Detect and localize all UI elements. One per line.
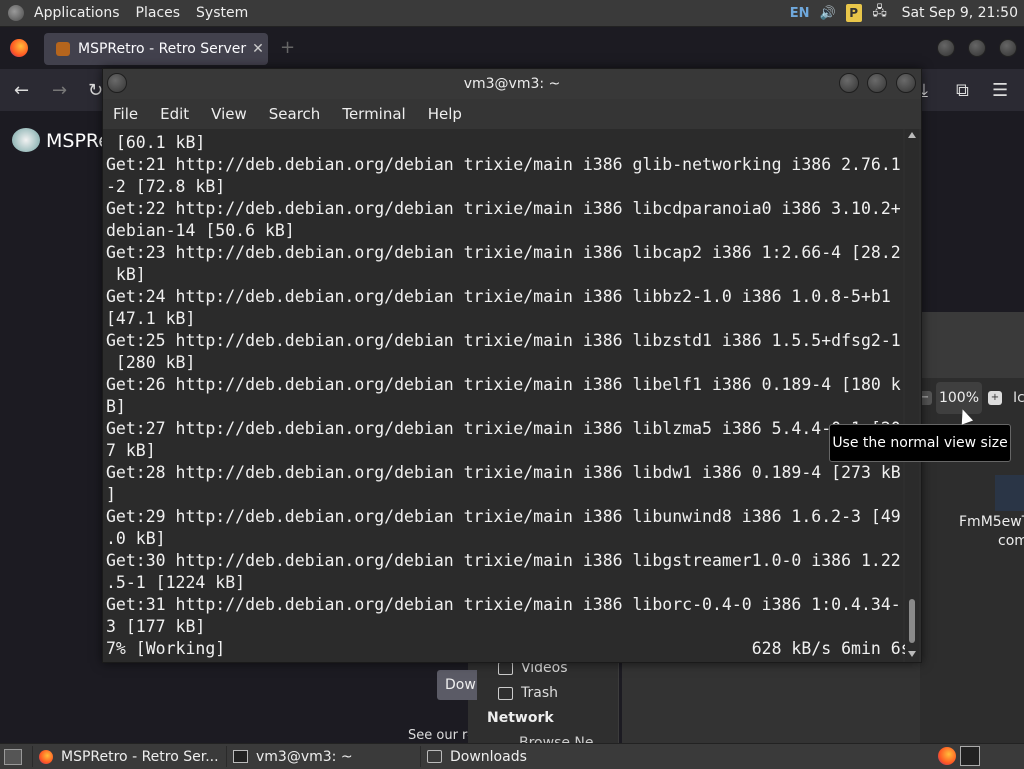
taskbar-item-firefox[interactable]: MSPRetro - Retro Ser... <box>32 746 227 767</box>
places-menu[interactable]: Places <box>128 5 189 21</box>
reload-icon[interactable]: ↻ <box>88 80 103 101</box>
msp-logo-icon <box>12 128 40 152</box>
terminal-scrollbar[interactable] <box>905 129 919 662</box>
menu-file[interactable]: File <box>103 105 149 123</box>
applications-menu[interactable]: Applications <box>26 5 128 21</box>
taskbar: MSPRetro - Retro Ser... vm3@vm3: ~ Downl… <box>0 743 1024 769</box>
terminal-maximize-button[interactable] <box>867 73 887 93</box>
sidebar-item-trash[interactable]: Trash <box>498 685 558 701</box>
download-button[interactable]: Dow <box>437 670 477 700</box>
menu-help[interactable]: Help <box>417 105 473 123</box>
new-tab-button[interactable]: + <box>280 37 295 58</box>
menu-terminal[interactable]: Terminal <box>331 105 416 123</box>
top-panel: Applications Places System EN 🔊 P 🖧 Sat … <box>0 0 1024 27</box>
network-icon[interactable]: 🖧 <box>870 4 890 22</box>
terminal-window[interactable]: vm3@vm3: ~ File Edit View Search Termina… <box>102 68 922 663</box>
taskbar-item-label: Downloads <box>450 748 527 765</box>
system-menu[interactable]: System <box>188 5 256 21</box>
file-thumbnail[interactable] <box>995 475 1024 511</box>
terminal-icon <box>233 750 248 763</box>
tab-title: MSPRetro - Retro Server <box>78 41 247 57</box>
firefox-maximize-button[interactable] <box>968 39 986 57</box>
back-arrow-icon[interactable]: ← <box>14 80 29 101</box>
tooltip: Use the normal view size <box>829 424 1011 462</box>
sidebar-item-browse-network[interactable]: Browse Ne <box>519 735 594 743</box>
clipboard-icon[interactable]: P <box>845 4 862 22</box>
file-manager-toolbar <box>920 312 1024 378</box>
terminal-text: [60.1 kB] Get:21 http://deb.debian.org/d… <box>106 133 911 658</box>
volume-icon[interactable]: 🔊 <box>818 4 838 22</box>
view-mode-label: Ic <box>1013 390 1024 406</box>
firefox-icon <box>39 749 53 764</box>
terminal-minimize-button[interactable] <box>839 73 859 93</box>
firefox-icon[interactable] <box>10 39 28 57</box>
taskbar-item-label: MSPRetro - Retro Ser... <box>61 748 219 765</box>
browser-tab[interactable]: MSPRetro - Retro Server ✕ <box>44 33 268 65</box>
tab-favicon-icon <box>56 42 70 56</box>
firefox-tabbar: MSPRetro - Retro Server ✕ + <box>0 27 1024 69</box>
sidebar-network-header: Network <box>487 710 554 726</box>
keyboard-layout-indicator[interactable]: EN <box>790 4 810 22</box>
folder-icon <box>427 750 442 763</box>
taskbar-item-label: vm3@vm3: ~ <box>256 748 353 765</box>
page-footer-text: See our re <box>408 728 468 743</box>
forward-arrow-icon[interactable]: → <box>52 80 67 101</box>
firefox-close-button[interactable] <box>999 39 1017 57</box>
terminal-title: vm3@vm3: ~ <box>463 76 561 92</box>
workspace-switcher-icon[interactable] <box>960 746 980 766</box>
scroll-up-arrow-icon[interactable] <box>908 132 916 138</box>
menu-view[interactable]: View <box>200 105 258 123</box>
menu-search[interactable]: Search <box>258 105 332 123</box>
distro-logo-icon[interactable] <box>8 5 24 21</box>
menu-edit[interactable]: Edit <box>149 105 200 123</box>
firefox-tray-icon[interactable] <box>938 747 956 765</box>
file-label[interactable]: FmM5ewT <box>959 514 1024 530</box>
window-menu-button[interactable] <box>107 73 127 93</box>
clock[interactable]: Sat Sep 9, 21:50 <box>894 5 1024 21</box>
trash-icon <box>498 686 513 700</box>
folder-videos-icon <box>498 661 513 675</box>
sidebar-item-label: Trash <box>521 685 558 701</box>
terminal-output[interactable]: [60.1 kB] Get:21 http://deb.debian.org/d… <box>103 129 911 662</box>
tab-close-button[interactable]: ✕ <box>248 41 268 57</box>
terminal-menubar: File Edit View Search Terminal Help <box>103 99 921 129</box>
taskbar-item-downloads[interactable]: Downloads <box>420 746 615 767</box>
scrollbar-thumb[interactable] <box>909 599 915 643</box>
taskbar-item-terminal[interactable]: vm3@vm3: ~ <box>226 746 421 767</box>
extensions-icon[interactable]: ⧉ <box>956 80 969 101</box>
file-manager-content <box>622 660 920 743</box>
terminal-titlebar[interactable]: vm3@vm3: ~ <box>103 69 921 99</box>
page-site-title: MSPRe <box>46 130 110 152</box>
zoom-reset-button[interactable]: 100% <box>936 382 982 414</box>
terminal-close-button[interactable] <box>896 73 916 93</box>
firefox-minimize-button[interactable] <box>937 39 955 57</box>
scroll-down-arrow-icon[interactable] <box>908 651 916 657</box>
zoom-in-button[interactable]: + <box>988 391 1002 405</box>
hamburger-menu-icon[interactable]: ☰ <box>992 80 1008 101</box>
show-desktop-icon[interactable] <box>4 749 22 765</box>
file-label-continuation: com <box>998 533 1024 549</box>
